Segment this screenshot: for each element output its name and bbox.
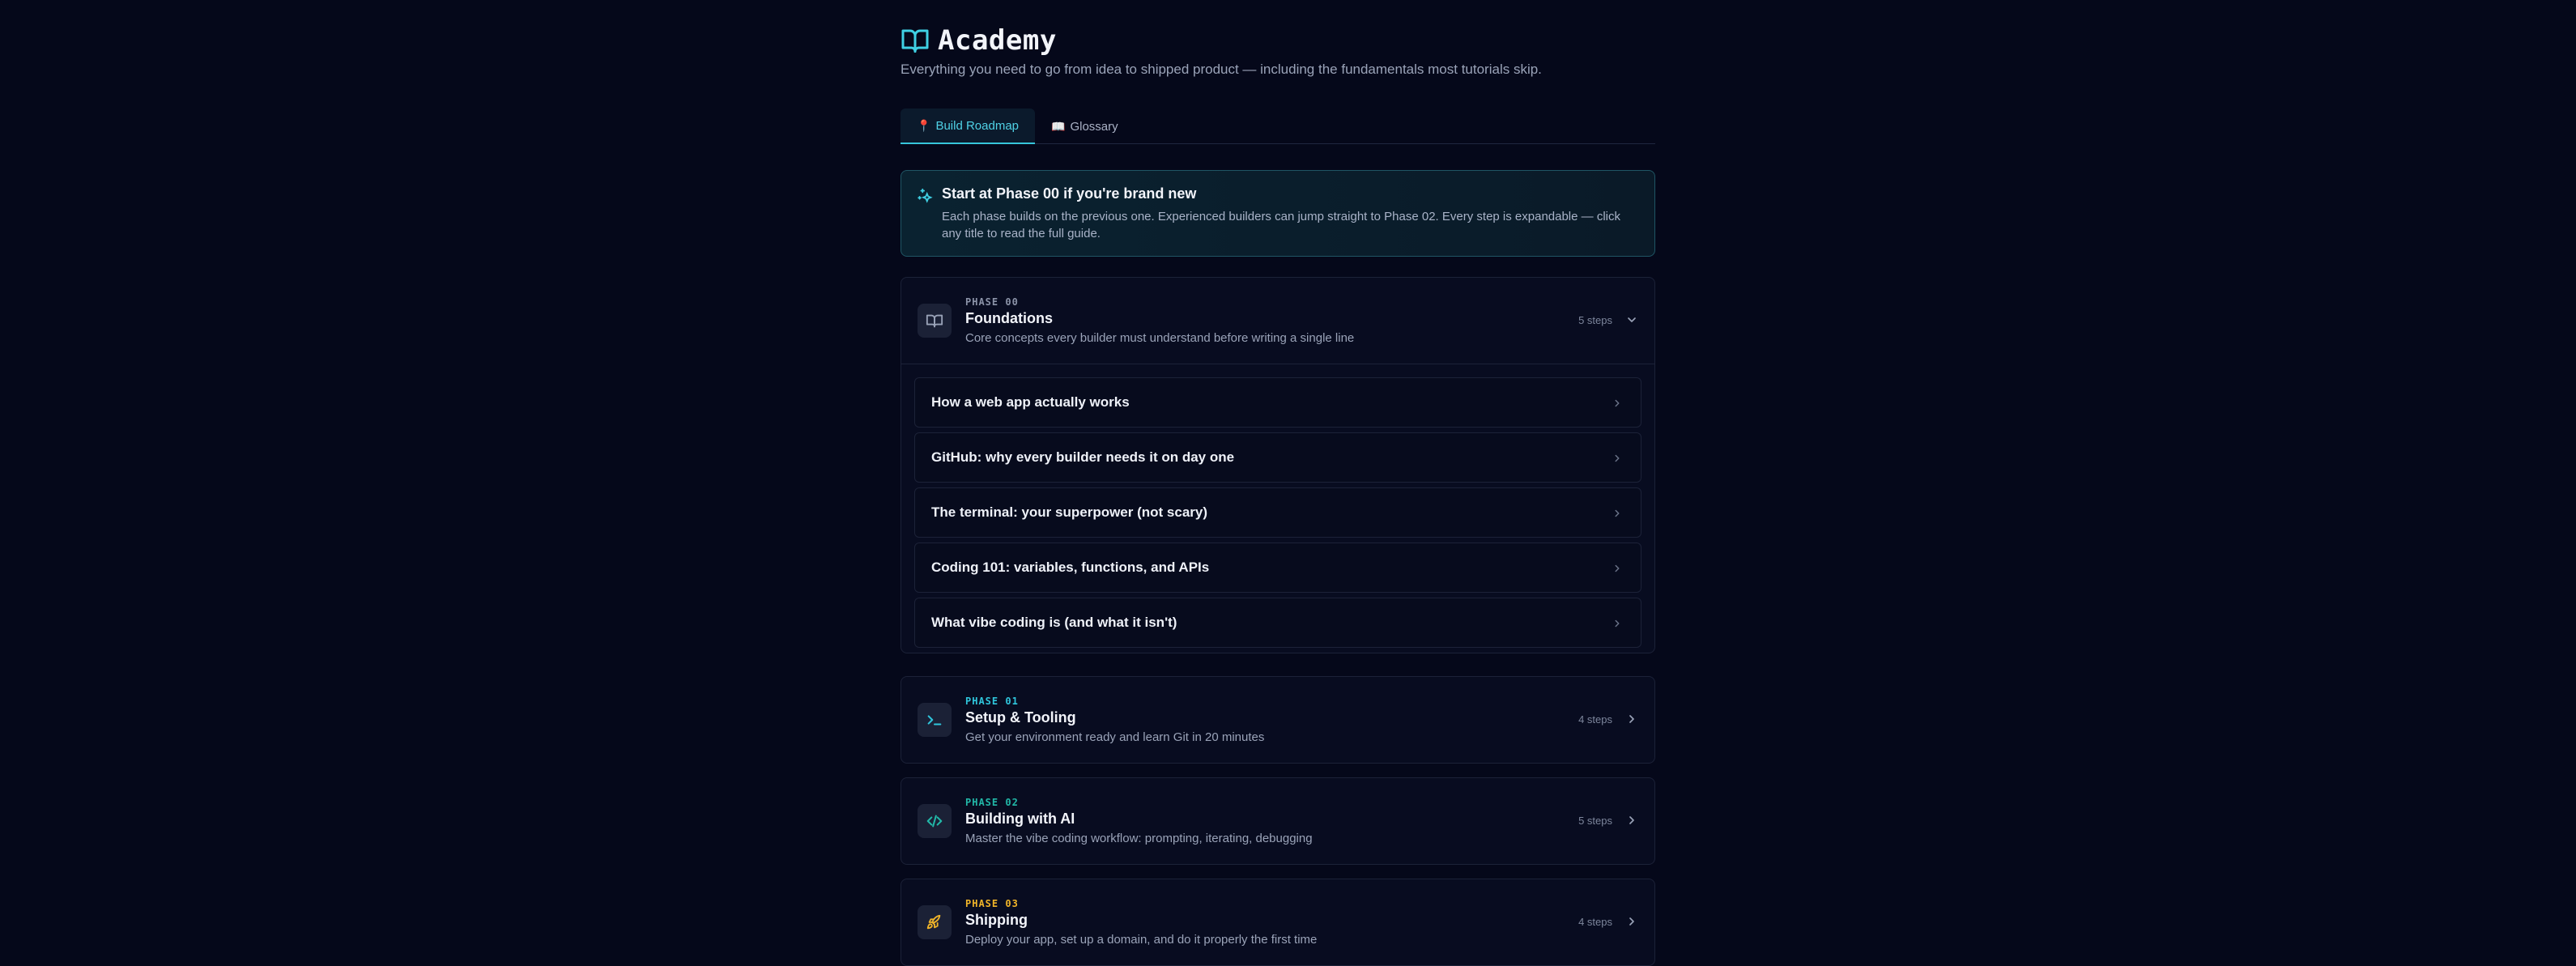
phase-code: PHASE 02 [965, 797, 1019, 808]
lesson-item[interactable]: How a web app actually works [914, 377, 1641, 428]
tab-glossary[interactable]: 📖 Glossary [1035, 109, 1135, 144]
phase-header[interactable]: PHASE 02 Building with AI Master the vib… [901, 778, 1654, 864]
lesson-title: The terminal: your superpower (not scary… [931, 504, 1208, 520]
terminal-icon [927, 715, 942, 726]
phase-header[interactable]: PHASE 00 Foundations Core concepts every… [901, 278, 1654, 364]
page-header: Academy Everything you need to go from i… [901, 0, 1655, 107]
phase-icon-box [918, 703, 952, 737]
phase-description: Get your environment ready and learn Git… [965, 730, 1265, 744]
pin-icon: 📍 [917, 118, 931, 132]
chevron-right-icon [1615, 619, 1620, 628]
sparkle-icon [918, 188, 933, 203]
lesson-item[interactable]: The terminal: your superpower (not scary… [914, 487, 1641, 538]
phase-card-00: PHASE 00 Foundations Core concepts every… [901, 277, 1655, 653]
lesson-title: Coding 101: variables, functions, and AP… [931, 560, 1210, 575]
phase-icon-box [918, 304, 952, 338]
phase-card-03[interactable]: PHASE 03 Shipping Deploy your app, set u… [901, 879, 1655, 966]
phase-title: Building with AI [965, 811, 1075, 827]
lesson-item[interactable]: Coding 101: variables, functions, and AP… [914, 543, 1641, 593]
page-title: Academy [938, 24, 1057, 57]
phase-header[interactable]: PHASE 01 Setup & Tooling Get your enviro… [901, 677, 1654, 763]
phase-icon-box [918, 905, 952, 939]
lesson-title: GitHub: why every builder needs it on da… [931, 449, 1235, 465]
tab-bar: 📍 Build Roadmap 📖 Glossary [901, 109, 1655, 144]
chevron-right-icon[interactable] [1625, 713, 1638, 726]
phase-card-01[interactable]: PHASE 01 Setup & Tooling Get your enviro… [901, 676, 1655, 764]
chevron-down-icon[interactable] [1625, 313, 1638, 326]
lesson-item[interactable]: GitHub: why every builder needs it on da… [914, 432, 1641, 483]
tab-label: Glossary [1070, 119, 1118, 134]
chevron-right-icon [1615, 509, 1620, 517]
phase-description: Master the vibe coding workflow: prompti… [965, 832, 1313, 845]
phase-header[interactable]: PHASE 03 Shipping Deploy your app, set u… [901, 879, 1654, 965]
tab-label: Build Roadmap [935, 118, 1019, 133]
title-row: Academy [901, 23, 1057, 58]
phase-step-count: 4 steps [1578, 713, 1612, 726]
lesson-title: What vibe coding is (and what it isn't) [931, 615, 1177, 630]
chevron-right-icon[interactable] [1625, 915, 1638, 928]
lesson-list: How a web app actually works GitHub: why… [901, 364, 1654, 648]
phase-title: Shipping [965, 912, 1028, 928]
chevron-right-icon [1615, 454, 1620, 462]
phase-description: Deploy your app, set up a domain, and do… [965, 933, 1318, 947]
callout-body: Each phase builds on the previous one. E… [942, 210, 1620, 240]
callout-title: Start at Phase 00 if you're brand new [942, 185, 1197, 202]
rocket-icon [926, 914, 941, 930]
phase-icon-box [918, 804, 952, 838]
book-icon: 📖 [1051, 119, 1066, 133]
page-subtitle: Everything you need to go from idea to s… [901, 62, 1542, 77]
lesson-item[interactable]: What vibe coding is (and what it isn't) [914, 598, 1641, 648]
lesson-title: How a web app actually works [931, 394, 1130, 410]
phase-title: Foundations [965, 310, 1053, 326]
open-book-icon [901, 29, 929, 53]
phase-step-count: 5 steps [1578, 815, 1612, 827]
phase-code: PHASE 00 [965, 296, 1019, 308]
phase-card-02[interactable]: PHASE 02 Building with AI Master the vib… [901, 777, 1655, 865]
phase-description: Core concepts every builder must underst… [965, 331, 1355, 345]
phase-code: PHASE 03 [965, 898, 1019, 909]
book-icon [926, 314, 943, 328]
tab-build-roadmap[interactable]: 📍 Build Roadmap [901, 109, 1035, 144]
code-icon [926, 815, 943, 828]
phase-code: PHASE 01 [965, 696, 1019, 707]
chevron-right-icon [1615, 564, 1620, 572]
phase-step-count: 5 steps [1578, 314, 1612, 326]
phase-step-count: 4 steps [1578, 916, 1612, 928]
info-callout: Start at Phase 00 if you're brand new Ea… [901, 170, 1655, 257]
chevron-right-icon[interactable] [1625, 814, 1638, 827]
phase-title: Setup & Tooling [965, 709, 1076, 726]
chevron-right-icon [1615, 399, 1620, 407]
academy-page: Academy Everything you need to go from i… [901, 0, 1655, 966]
